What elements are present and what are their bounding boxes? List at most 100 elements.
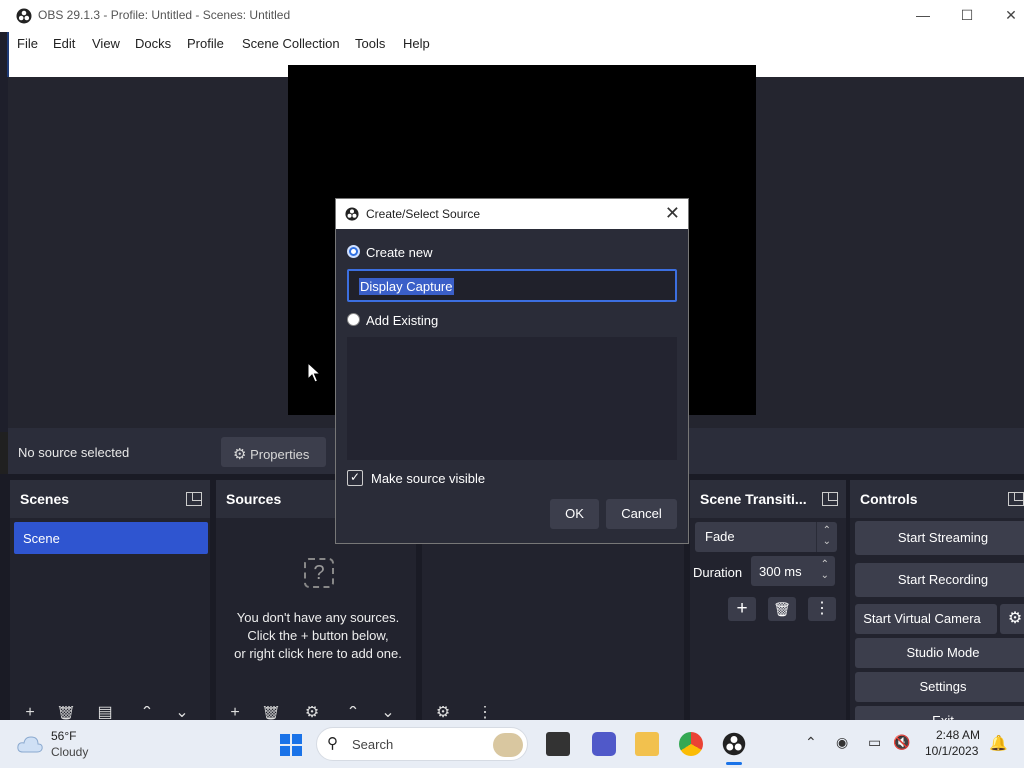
create-new-radio[interactable]: [347, 245, 360, 258]
mixer-more-icon[interactable]: ⋮: [474, 706, 496, 720]
start-virtual-camera-button[interactable]: Start Virtual Camera: [855, 604, 997, 634]
virtual-camera-settings-button[interactable]: ⚙: [1000, 604, 1024, 634]
move-down-icon[interactable]: ⌄: [171, 706, 193, 720]
scenes-list[interactable]: Scene + 🗑 ▤ ⌃ ⌄: [10, 518, 210, 720]
windows-start-icon[interactable]: [279, 733, 303, 757]
task-view-icon[interactable]: [546, 732, 570, 756]
display-icon[interactable]: ▭: [868, 734, 881, 751]
checkmark-icon: ✓: [349, 470, 361, 484]
chrome-icon[interactable]: [679, 732, 703, 756]
teams-icon[interactable]: [592, 732, 616, 756]
source-up-icon[interactable]: ⌃: [342, 706, 364, 720]
controls-body: Start Streaming Start Recording Start Vi…: [850, 518, 1024, 720]
transition-select[interactable]: Fade ⌃ ⌄: [695, 522, 837, 552]
remove-source-icon[interactable]: 🗑: [260, 706, 282, 720]
transitions-dock-header: Scene Transiti...: [690, 480, 846, 518]
network-status-icon[interactable]: ◉: [836, 734, 848, 751]
add-existing-radio[interactable]: [347, 313, 360, 326]
close-button[interactable]: ✕: [988, 0, 1024, 32]
taskbar-search[interactable]: ⚲ Search: [316, 727, 528, 761]
duration-spinbox[interactable]: 300 ms ⌃ ⌄: [751, 556, 835, 586]
menu-view[interactable]: View: [92, 36, 120, 51]
empty-sources-line-2: Click the + button below,: [247, 628, 389, 643]
add-icon[interactable]: +: [19, 706, 41, 720]
settings-button[interactable]: Settings: [855, 672, 1024, 702]
create-select-source-dialog: Create/Select Source ✕ Create new Displa…: [335, 198, 689, 544]
transitions-body: Fade ⌃ ⌄ Duration 300 ms ⌃ ⌄ + 🗑 ⋮: [690, 518, 846, 720]
transitions-dock-title: Scene Transiti...: [700, 491, 807, 507]
dialog-title: Create/Select Source: [366, 207, 481, 221]
search-icon: ⚲: [327, 735, 338, 752]
volume-muted-icon[interactable]: 🔇: [893, 734, 910, 751]
start-recording-button[interactable]: Start Recording: [855, 563, 1024, 597]
scenes-dock-header: Scenes: [10, 480, 210, 518]
controls-dock-header: Controls: [850, 480, 1024, 518]
duration-value: 300 ms: [759, 564, 802, 579]
empty-sources-line-1: You don't have any sources.: [236, 610, 400, 625]
search-highlight-icon: [493, 733, 523, 757]
existing-sources-list[interactable]: [347, 337, 677, 460]
question-mark-icon: ?: [304, 558, 334, 588]
duration-label: Duration: [693, 565, 743, 580]
cancel-button[interactable]: Cancel: [606, 499, 677, 529]
source-status: No source selected: [18, 445, 130, 460]
menu-tools[interactable]: Tools: [355, 36, 385, 51]
weather-temp[interactable]: 56°F: [51, 729, 76, 743]
scenes-dock-title: Scenes: [20, 491, 70, 507]
gear-icon: ⚙: [1007, 610, 1023, 627]
maximize-button[interactable]: ☐: [944, 0, 990, 32]
clock-time[interactable]: 2:48 AM: [936, 728, 980, 742]
minimize-button[interactable]: —: [900, 0, 946, 32]
updown-arrows-icon: ⌃ ⌄: [822, 525, 831, 547]
add-source-icon[interactable]: +: [224, 706, 246, 720]
undock-transitions-icon[interactable]: [822, 492, 838, 506]
dialog-close-icon[interactable]: ✕: [665, 203, 680, 224]
obs-taskbar-icon[interactable]: [722, 732, 746, 756]
source-name-value: Display Capture: [359, 278, 454, 295]
undock-icon[interactable]: [186, 492, 202, 506]
transitions-dock: Scene Transiti... Fade ⌃ ⌄ Duration 300 m…: [690, 480, 846, 720]
make-visible-checkbox[interactable]: ✓: [347, 470, 363, 486]
source-settings-icon[interactable]: ⚙: [301, 706, 323, 720]
menu-file[interactable]: File: [17, 36, 38, 51]
notification-bell-icon[interactable]: 🔔: [989, 734, 1008, 752]
properties-label: Properties: [250, 447, 310, 462]
dialog-titlebar: Create/Select Source ✕: [336, 199, 688, 229]
chevron-up-icon[interactable]: ⌃: [805, 734, 817, 751]
transition-selected: Fade: [705, 529, 735, 544]
transition-menu-button[interactable]: ⋮: [808, 597, 836, 621]
ok-button[interactable]: OK: [550, 499, 599, 529]
spin-arrows-icon[interactable]: ⌃ ⌄: [821, 559, 829, 581]
clock-date[interactable]: 10/1/2023: [925, 744, 978, 758]
gear-icon: ⚙: [233, 446, 247, 463]
left-edge: [0, 32, 8, 432]
properties-button[interactable]: ⚙ Properties: [221, 437, 326, 467]
undock-controls-icon[interactable]: [1008, 492, 1024, 506]
weather-desc[interactable]: Cloudy: [51, 745, 88, 759]
controls-dock: Controls Start Streaming Start Recording…: [850, 480, 1024, 720]
menu-scene-collection[interactable]: Scene Collection: [242, 36, 340, 51]
start-streaming-button[interactable]: Start Streaming: [855, 521, 1024, 555]
sources-list[interactable]: ? You don't have any sources. Click the …: [216, 518, 416, 720]
make-visible-label: Make source visible: [371, 471, 486, 486]
file-explorer-icon[interactable]: [635, 732, 659, 756]
source-name-input[interactable]: Display Capture: [347, 269, 677, 302]
add-existing-label: Add Existing: [366, 313, 439, 328]
menu-edit[interactable]: Edit: [53, 36, 75, 51]
filter-icon[interactable]: ▤: [94, 706, 116, 720]
empty-sources-message: You don't have any sources. Click the + …: [216, 609, 420, 663]
menu-help[interactable]: Help: [403, 36, 430, 51]
source-down-icon[interactable]: ⌄: [377, 706, 399, 720]
remove-transition-button[interactable]: 🗑: [768, 597, 796, 621]
menu-profile[interactable]: Profile: [187, 36, 224, 51]
scene-list-item[interactable]: Scene: [14, 522, 208, 554]
controls-dock-title: Controls: [860, 491, 918, 507]
trash-icon[interactable]: 🗑: [55, 706, 77, 720]
add-transition-button[interactable]: +: [728, 597, 756, 621]
exit-button[interactable]: Exit: [855, 706, 1024, 720]
menu-docks[interactable]: Docks: [135, 36, 171, 51]
studio-mode-button[interactable]: Studio Mode: [855, 638, 1024, 668]
obs-logo-icon: [345, 207, 359, 221]
mixer-settings-icon[interactable]: ⚙: [432, 706, 454, 720]
move-up-icon[interactable]: ⌃: [136, 706, 158, 720]
